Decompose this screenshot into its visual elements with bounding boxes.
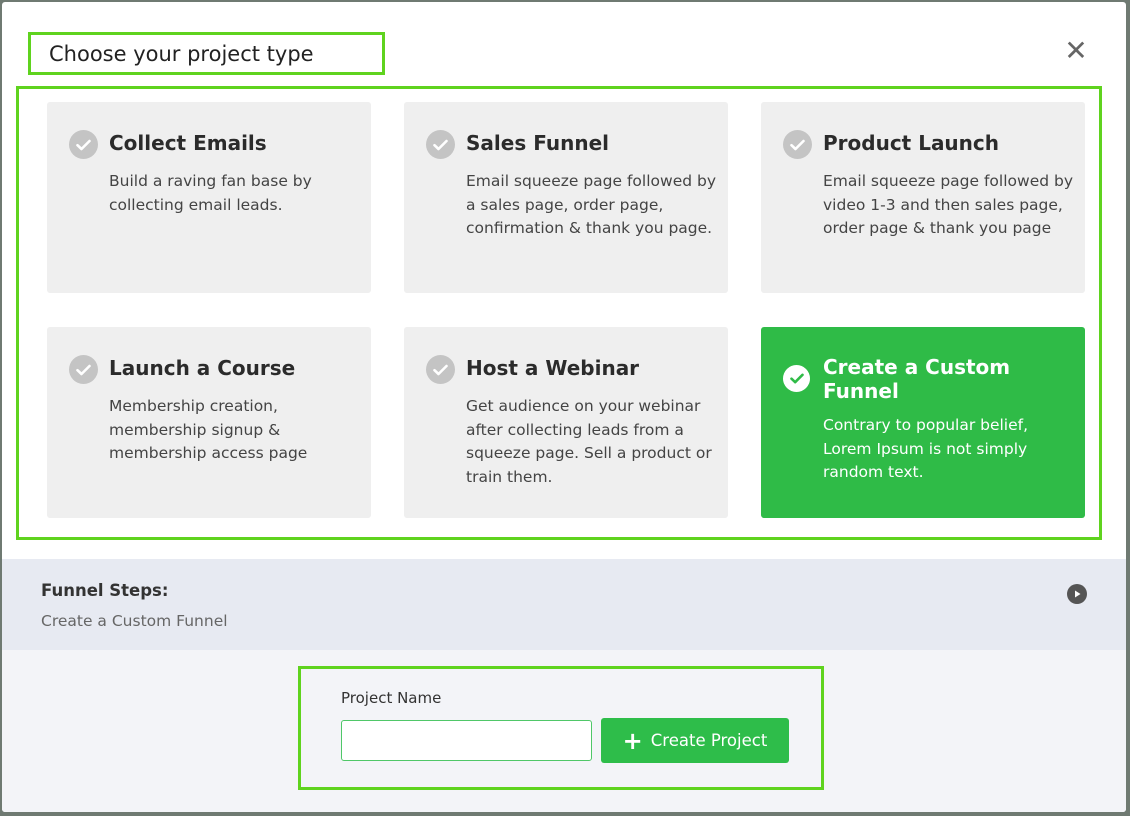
card-description: Email squeeze page followed by video 1-3… xyxy=(823,172,1074,237)
play-icon[interactable] xyxy=(1067,584,1087,604)
check-icon xyxy=(69,355,98,384)
card-title: Create a Custom Funnel xyxy=(823,355,1011,403)
plus-icon: + xyxy=(622,726,643,755)
project-name-label: Project Name xyxy=(341,689,442,707)
funnel-steps-subtitle: Create a Custom Funnel xyxy=(41,612,228,630)
project-name-form: Project Name + Create Project xyxy=(298,666,824,790)
modal-title: Choose your project type xyxy=(49,41,314,66)
card-description: Membership creation, membership signup &… xyxy=(109,397,308,462)
card-description: Contrary to popular belief, Lorem Ipsum … xyxy=(823,416,1029,481)
create-project-label: Create Project xyxy=(650,731,768,750)
card-description: Build a raving fan base by collecting em… xyxy=(109,172,312,214)
card-title: Collect Emails xyxy=(109,131,267,155)
card-title: Sales Funnel xyxy=(466,131,609,155)
funnel-steps-title: Funnel Steps: xyxy=(41,581,169,600)
card-description: Get audience on your webinar after colle… xyxy=(466,397,712,486)
card-title: Product Launch xyxy=(823,131,1000,155)
create-project-button[interactable]: + Create Project xyxy=(601,718,789,763)
card-description: Email squeeze page followed by a sales p… xyxy=(466,172,717,237)
card-host-a-webinar[interactable]: Host a Webinar Get audience on your webi… xyxy=(404,327,728,518)
close-icon[interactable]: ✕ xyxy=(1060,34,1092,67)
modal-title-box: Choose your project type xyxy=(28,32,385,75)
check-icon xyxy=(426,355,455,384)
card-collect-emails[interactable]: Collect Emails Build a raving fan base b… xyxy=(47,102,371,293)
modal-footer: Project Name + Create Project xyxy=(2,650,1126,812)
card-launch-a-course[interactable]: Launch a Course Membership creation, mem… xyxy=(47,327,371,518)
check-icon xyxy=(426,130,455,159)
funnel-steps-bar: Funnel Steps: Create a Custom Funnel xyxy=(2,559,1126,650)
card-sales-funnel[interactable]: Sales Funnel Email squeeze page followed… xyxy=(404,102,728,293)
card-title: Launch a Course xyxy=(109,356,296,380)
check-icon xyxy=(69,130,98,159)
card-product-launch[interactable]: Product Launch Email squeeze page follow… xyxy=(761,102,1085,293)
project-type-modal: Choose your project type ✕ Collect Email… xyxy=(2,2,1126,812)
check-circle-icon xyxy=(783,365,810,392)
card-title: Host a Webinar xyxy=(466,356,640,380)
card-create-a-custom-funnel[interactable]: Create a Custom Funnel Contrary to popul… xyxy=(761,327,1085,518)
check-icon xyxy=(783,130,812,159)
project-type-grid: Collect Emails Build a raving fan base b… xyxy=(16,86,1102,540)
project-name-input[interactable] xyxy=(341,720,592,761)
